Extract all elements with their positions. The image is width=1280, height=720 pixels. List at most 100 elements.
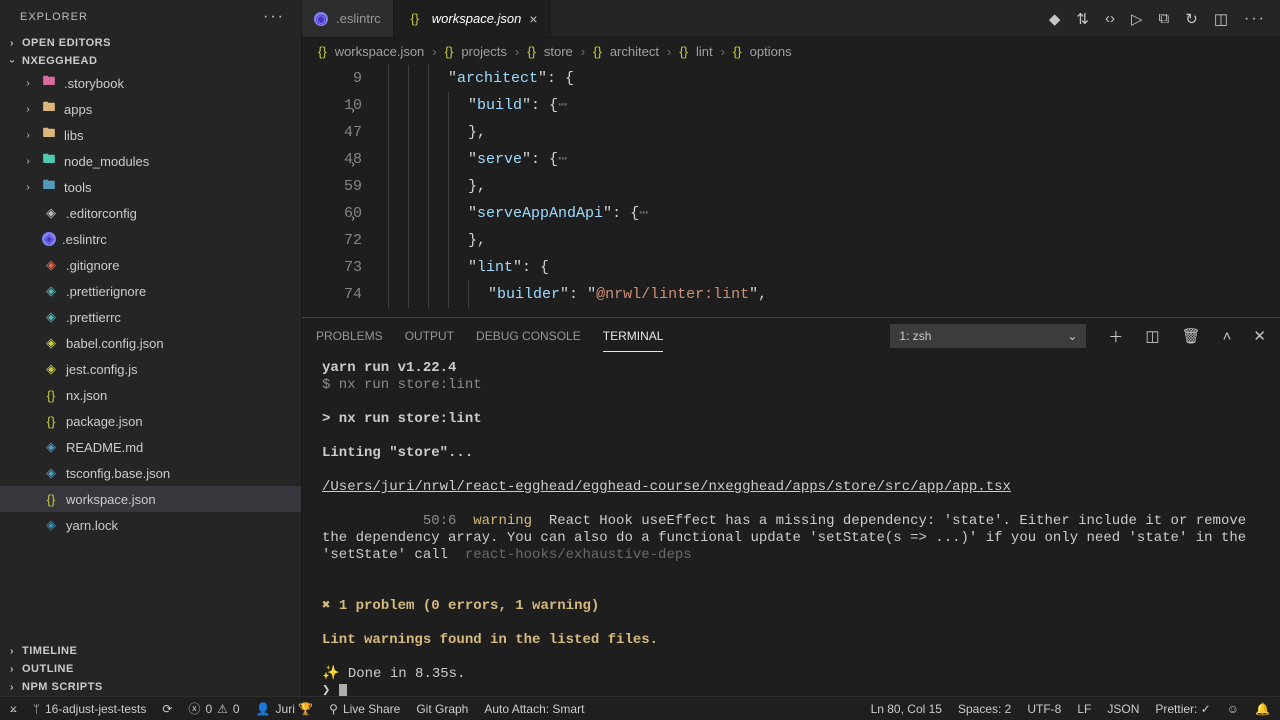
crumb[interactable]: projects: [461, 44, 507, 59]
terminal-line[interactable]: /Users/juri/nrwl/react-egghead/egghead-c…: [322, 479, 1260, 496]
section-open-editors[interactable]: › OPEN EDITORS: [0, 34, 301, 52]
maximize-panel-icon[interactable]: ˄: [1223, 328, 1232, 345]
user-status[interactable]: 👤 Juri 🏆: [256, 702, 314, 716]
file-icon: ◈: [42, 438, 60, 456]
file-icon: ◈: [42, 282, 60, 300]
panel-tabs: PROBLEMS OUTPUT DEBUG CONSOLE TERMINAL 1…: [302, 318, 1280, 354]
section-project[interactable]: › NXEGGHEAD: [0, 52, 301, 70]
code-line: "serve": {⋯: [388, 146, 1280, 173]
json-icon: {}: [679, 44, 688, 59]
git-branch[interactable]: ᛘ 16-adjust-jest-tests: [33, 702, 147, 716]
file-item[interactable]: ◈.eslintrc: [0, 226, 301, 252]
folder-item[interactable]: ›🖿node_modules: [0, 148, 301, 174]
split-icon[interactable]: ◫: [1214, 10, 1228, 28]
tab-eslintrc[interactable]: ◉ .eslintrc: [302, 0, 394, 37]
history-icon[interactable]: ↻: [1185, 10, 1198, 28]
file-icon: ◈: [42, 360, 60, 378]
editor-more-icon[interactable]: ···: [1244, 10, 1266, 28]
file-item[interactable]: {}package.json: [0, 408, 301, 434]
tree-item-label: package.json: [66, 414, 143, 429]
chevron-down-icon: ›: [7, 55, 18, 67]
tab-output[interactable]: OUTPUT: [405, 321, 454, 351]
terminal[interactable]: yarn run v1.22.4 $ nx run store:lint > n…: [302, 354, 1280, 696]
explorer-sidebar: EXPLORER ··· › OPEN EDITORS › NXEGGHEAD …: [0, 0, 302, 696]
file-item[interactable]: ◈ .prettierrc: [0, 304, 301, 330]
tab-label: .eslintrc: [336, 11, 381, 26]
language-status[interactable]: JSON: [1107, 702, 1139, 716]
json-icon: {}: [445, 44, 454, 59]
prettier-status[interactable]: Prettier: ✓: [1155, 702, 1210, 716]
auto-attach[interactable]: Auto Attach: Smart: [484, 702, 584, 716]
chevron-right-icon: ›: [22, 78, 34, 89]
tab-terminal[interactable]: TERMINAL: [603, 321, 664, 352]
chevron-right-icon: ›: [22, 104, 34, 115]
sync-icon[interactable]: ⟳: [162, 702, 172, 716]
crumb[interactable]: architect: [610, 44, 659, 59]
section-timeline[interactable]: › TIMELINE: [0, 642, 301, 660]
encoding-status[interactable]: UTF-8: [1027, 702, 1061, 716]
close-panel-icon[interactable]: ✕: [1253, 327, 1266, 345]
link-icon[interactable]: ⧉: [1159, 10, 1170, 27]
cursor-position[interactable]: Ln 80, Col 15: [871, 702, 942, 716]
terminal-line: $ nx run store:lint: [322, 377, 1260, 394]
problems-count[interactable]: ⓧ 0 ⚠ 0: [188, 700, 239, 717]
crumb[interactable]: options: [750, 44, 792, 59]
feedback-icon[interactable]: ☺: [1227, 702, 1239, 716]
chevron-right-icon: ›: [22, 156, 34, 167]
json-icon: {}: [593, 44, 602, 59]
indent-status[interactable]: Spaces: 2: [958, 702, 1011, 716]
terminal-line: ✖ 1 problem (0 errors, 1 warning): [322, 598, 1260, 615]
live-share[interactable]: ⚲ Live Share: [329, 702, 400, 716]
compare-icon[interactable]: ⇅: [1076, 10, 1089, 28]
file-item[interactable]: ◈ .prettierignore: [0, 278, 301, 304]
folder-item[interactable]: ›🖿tools: [0, 174, 301, 200]
file-item[interactable]: ◈.gitignore: [0, 252, 301, 278]
folder-item[interactable]: ›🖿apps: [0, 96, 301, 122]
file-item[interactable]: ◈ README.md: [0, 434, 301, 460]
folder-item[interactable]: ›🖿.storybook: [0, 70, 301, 96]
brackets-icon[interactable]: ‹›: [1105, 10, 1115, 27]
terminal-prompt: ❯: [322, 683, 1260, 696]
file-icon: ◈: [42, 308, 60, 326]
tab-debug-console[interactable]: DEBUG CONSOLE: [476, 321, 581, 351]
split-terminal-icon[interactable]: ◫: [1145, 327, 1159, 345]
terminal-selector[interactable]: 1: zsh ⌄: [890, 324, 1086, 348]
crumb[interactable]: workspace.json: [335, 44, 425, 59]
remote-icon[interactable]: ⨲: [10, 701, 17, 716]
new-terminal-icon[interactable]: ＋: [1108, 326, 1123, 347]
tree-item-label: .prettierignore: [66, 284, 146, 299]
project-label: NXEGGHEAD: [22, 55, 97, 67]
file-item[interactable]: ◈yarn.lock: [0, 512, 301, 538]
eol-status[interactable]: LF: [1077, 702, 1091, 716]
tab-problems[interactable]: PROBLEMS: [316, 321, 383, 351]
section-npm-scripts[interactable]: › NPM SCRIPTS: [0, 678, 301, 696]
file-icon: ◈: [42, 516, 60, 534]
tree-item-label: README.md: [66, 440, 143, 455]
breadcrumbs[interactable]: {} workspace.json› {} projects› {} store…: [302, 38, 1280, 65]
file-item[interactable]: ◈jest.config.js: [0, 356, 301, 382]
explorer-more-icon[interactable]: ···: [263, 8, 285, 26]
code-editor[interactable]: 910›4748›5960›727374 "architect": {"buil…: [302, 65, 1280, 317]
close-icon[interactable]: ×: [529, 11, 537, 27]
file-item[interactable]: ◈tsconfig.base.json: [0, 460, 301, 486]
file-icon: ◈: [42, 232, 56, 246]
file-item[interactable]: {}nx.json: [0, 382, 301, 408]
git-graph[interactable]: Git Graph: [416, 702, 468, 716]
crumb[interactable]: lint: [696, 44, 713, 59]
file-item[interactable]: {}workspace.json: [0, 486, 301, 512]
tree-item-label: .prettierrc: [66, 310, 121, 325]
run-icon[interactable]: ▷: [1131, 10, 1143, 28]
folder-item[interactable]: ›🖿libs: [0, 122, 301, 148]
file-item[interactable]: ◈.editorconfig: [0, 200, 301, 226]
chevron-right-icon: ›: [22, 130, 34, 141]
tab-workspace-json[interactable]: {} workspace.json ×: [394, 0, 551, 37]
crumb[interactable]: store: [544, 44, 573, 59]
bell-icon[interactable]: 🔔: [1255, 702, 1270, 716]
code-line: "lint": {: [388, 254, 1280, 281]
kill-terminal-icon[interactable]: 🗑: [1182, 327, 1201, 345]
code-line: "architect": {: [388, 65, 1280, 92]
section-outline[interactable]: › OUTLINE: [0, 660, 301, 678]
tree-item-label: tools: [64, 180, 91, 195]
diff-icon[interactable]: ◆: [1049, 10, 1061, 28]
file-item[interactable]: ◈babel.config.json: [0, 330, 301, 356]
